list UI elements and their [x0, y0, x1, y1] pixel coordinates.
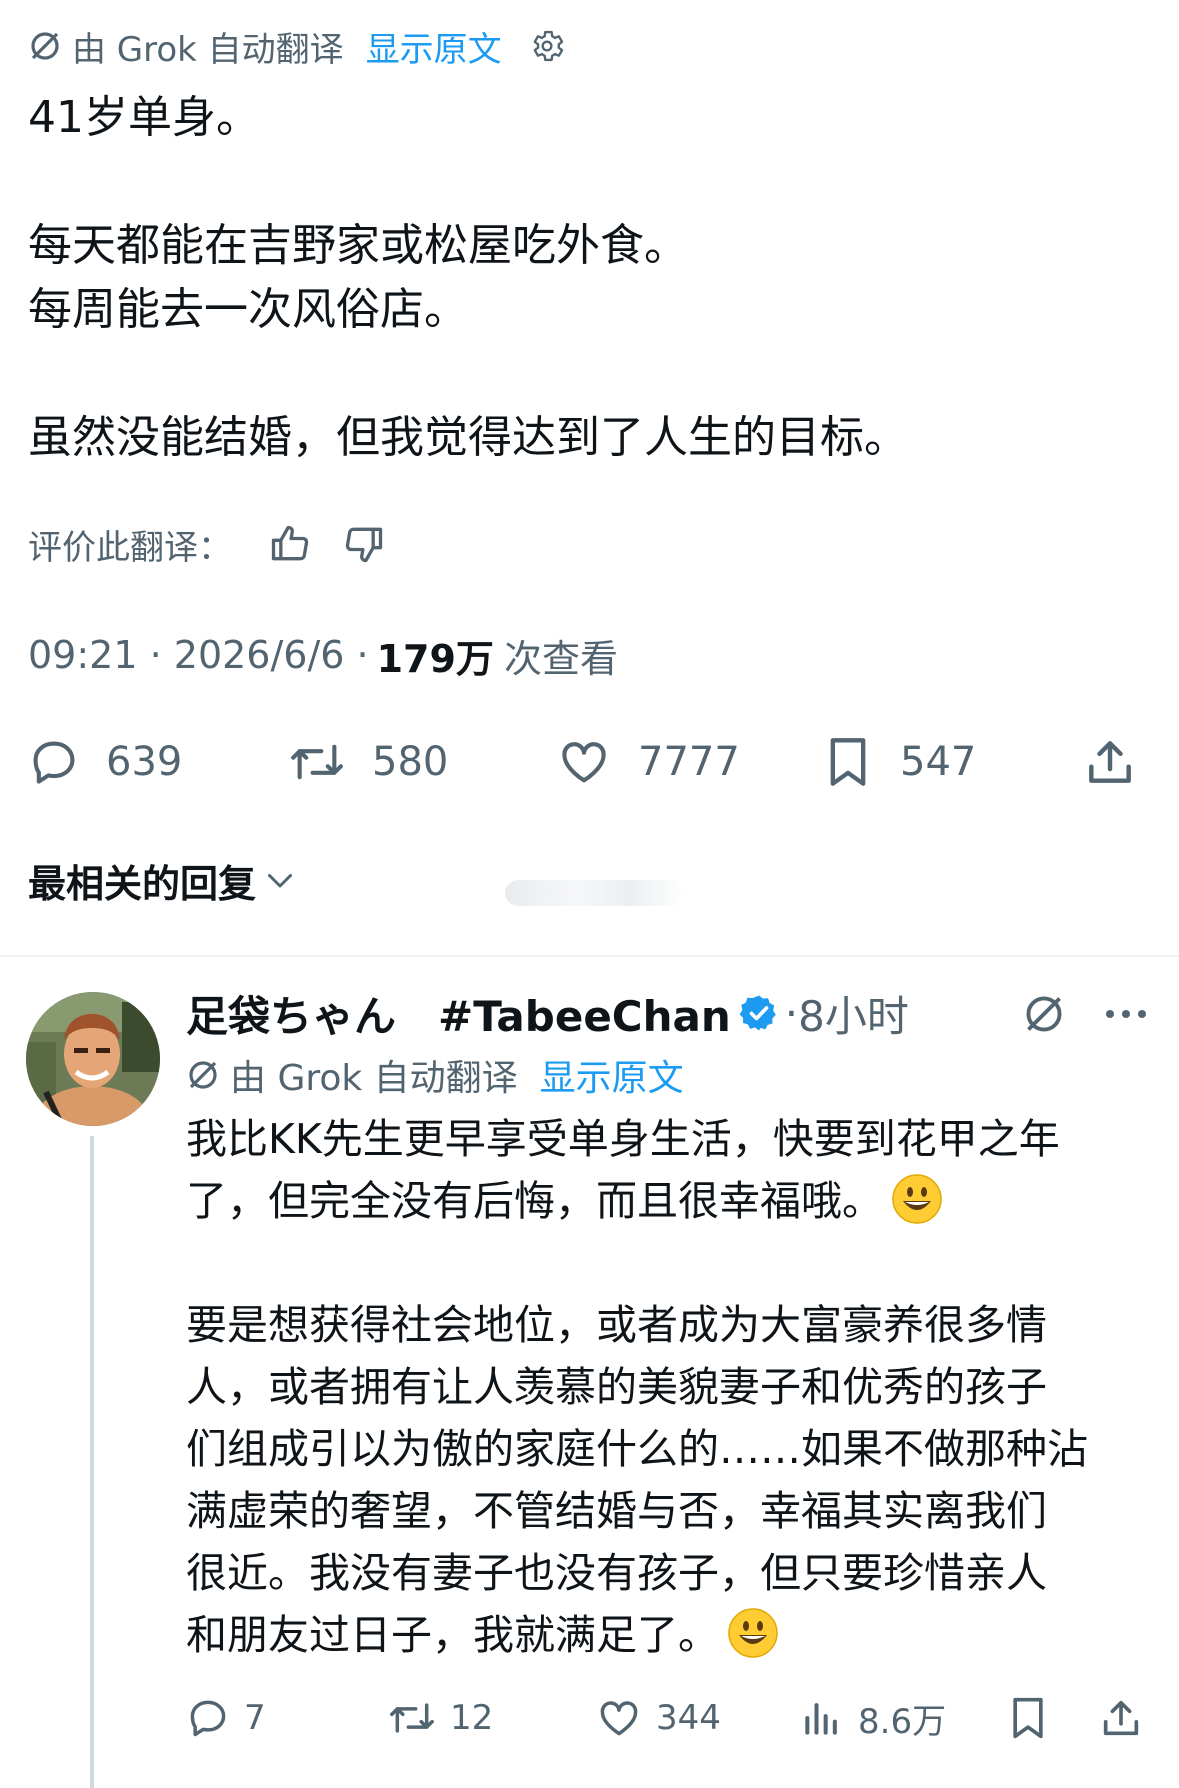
tweet-line — [28, 150, 1148, 214]
retweet-button[interactable]: 12 — [388, 1690, 493, 1746]
bar-chart-icon — [800, 1696, 844, 1740]
section-divider — [0, 955, 1179, 957]
heart-icon — [596, 1696, 642, 1740]
grok-translate-icon — [28, 29, 62, 63]
retweet-icon — [388, 1696, 436, 1740]
tweet-line: 41岁单身。 — [28, 92, 260, 143]
tweet-time[interactable]: 09:21 — [28, 633, 138, 677]
view-count: 179万 — [376, 636, 494, 681]
reply-count: 639 — [106, 739, 183, 785]
like-button[interactable]: 344 — [596, 1690, 721, 1746]
reply-line-text: 了，但完全没有后悔，而且很幸福哦。 — [186, 1177, 883, 1225]
reply-translation-bar: 由 Grok 自动翻译 显示原文 — [186, 1050, 684, 1100]
reply-line: 们组成引以为傲的家庭什么的……如果不做那种沾 — [186, 1425, 1088, 1473]
replies-sort-dropdown[interactable]: 最相关的回复 — [28, 850, 298, 910]
reply-line: 很近。我没有妻子也没有孩子，但只要珍惜亲人 — [186, 1549, 1047, 1597]
share-button[interactable] — [1098, 1690, 1144, 1746]
bookmark-count: 547 — [900, 739, 977, 785]
tweet-line: 每天都能在吉野家或松屋吃外食。 — [28, 220, 688, 271]
chevron-down-icon — [262, 862, 298, 898]
reply-line-text: 和朋友过日子，我就满足了。 — [186, 1611, 719, 1659]
like-button[interactable]: 7777 — [556, 726, 740, 798]
reply-button[interactable]: 7 — [186, 1690, 266, 1746]
view-count: 8.6万 — [858, 1701, 947, 1742]
tweet-text: 41岁单身。 每天都能在吉野家或松屋吃外食。 每周能去一次风俗店。 虽然没能结婚… — [28, 86, 1148, 470]
show-original-link[interactable]: 显示原文 — [366, 22, 502, 71]
tweet-line: 虽然没能结婚，但我觉得达到了人生的目标。 — [28, 412, 908, 463]
tweet-date[interactable]: 2026/6/6 — [174, 633, 345, 677]
reply-actions: 7 12 344 8.6万 — [186, 1690, 1166, 1746]
bookmark-button[interactable] — [1006, 1690, 1050, 1746]
reply-header: 足袋ちゃん #TabeeChan · 8小时 — [186, 982, 1136, 1044]
grok-translate-icon[interactable] — [1022, 992, 1066, 1036]
reply-icon — [186, 1696, 230, 1740]
like-count: 344 — [656, 1698, 721, 1738]
more-options-icon[interactable] — [1104, 1004, 1148, 1024]
retweet-icon — [288, 736, 346, 788]
thumbs-up-icon[interactable] — [268, 522, 312, 566]
avatar[interactable] — [26, 992, 160, 1126]
retweet-count: 580 — [372, 739, 449, 785]
reply-display-name[interactable]: 足袋ちゃん #TabeeChan — [186, 983, 731, 1044]
rate-label: 评价此翻译： — [28, 527, 232, 568]
reply-line: 人，或者拥有让人羡慕的美貌妻子和优秀的孩子 — [186, 1363, 1047, 1411]
share-button[interactable] — [1082, 726, 1138, 798]
retweet-count: 12 — [450, 1698, 494, 1738]
tweet-meta: 09:21 · 2026/6/6 · 179万 次查看 — [28, 627, 618, 683]
meta-separator: · — [344, 633, 369, 677]
reply-line — [186, 1232, 1156, 1294]
reply-button[interactable]: 639 — [28, 726, 182, 798]
tweet-line — [28, 342, 1148, 406]
reply-count: 7 — [244, 1698, 266, 1738]
bookmark-button[interactable]: 547 — [822, 726, 976, 798]
retweet-button[interactable]: 580 — [288, 726, 448, 798]
reply-line: 我比KK先生更早享受单身生活，快要到花甲之年 — [186, 1115, 1060, 1163]
reply-line: 满虚荣的奢望，不管结婚与否，幸福其实离我们 — [186, 1487, 1047, 1535]
like-count: 7777 — [638, 739, 740, 785]
heart-icon — [556, 736, 612, 788]
share-icon — [1098, 1695, 1144, 1741]
thread-line — [90, 1136, 94, 1788]
grinning-face-emoji-icon — [728, 1608, 778, 1658]
reply-icon — [28, 736, 80, 788]
blurred-placeholder — [505, 880, 685, 906]
grinning-face-emoji-icon — [892, 1174, 942, 1224]
show-original-link[interactable]: 显示原文 — [540, 1049, 684, 1101]
translation-bar: 由 Grok 自动翻译 显示原文 — [28, 22, 566, 70]
bookmark-icon — [822, 733, 874, 791]
reply-line: 了，但完全没有后悔，而且很幸福哦。 — [186, 1170, 1156, 1232]
gear-icon[interactable] — [528, 27, 566, 65]
reply-text: 我比KK先生更早享受单身生活，快要到花甲之年 了，但完全没有后悔，而且很幸福哦。… — [186, 1108, 1156, 1666]
translation-label: 由 Grok 自动翻译 — [72, 29, 344, 70]
reply-line: 要是想获得社会地位，或者成为大富豪养很多情 — [186, 1301, 1047, 1349]
bookmark-icon — [1006, 1694, 1050, 1742]
replies-sort-label: 最相关的回复 — [28, 861, 257, 906]
rate-translation: 评价此翻译： — [28, 516, 386, 572]
views-button[interactable]: 8.6万 — [800, 1690, 946, 1746]
share-icon — [1082, 734, 1138, 790]
verified-badge-icon — [739, 993, 779, 1033]
meta-separator: · — [137, 633, 174, 677]
tweet-actions: 639 580 7777 547 — [0, 726, 1179, 798]
reply-time-separator: · — [784, 988, 799, 1038]
reply-header-actions — [1022, 986, 1148, 1042]
reply-time[interactable]: 8小时 — [798, 983, 909, 1044]
translation-label: 由 Grok 自动翻译 — [230, 1058, 518, 1099]
thumbs-down-icon[interactable] — [342, 522, 386, 566]
tweet-line: 每周能去一次风俗店。 — [28, 284, 468, 335]
reply-line: 和朋友过日子，我就满足了。 — [186, 1604, 1156, 1666]
view-label: 次查看 — [503, 636, 618, 681]
grok-translate-icon — [186, 1058, 220, 1092]
